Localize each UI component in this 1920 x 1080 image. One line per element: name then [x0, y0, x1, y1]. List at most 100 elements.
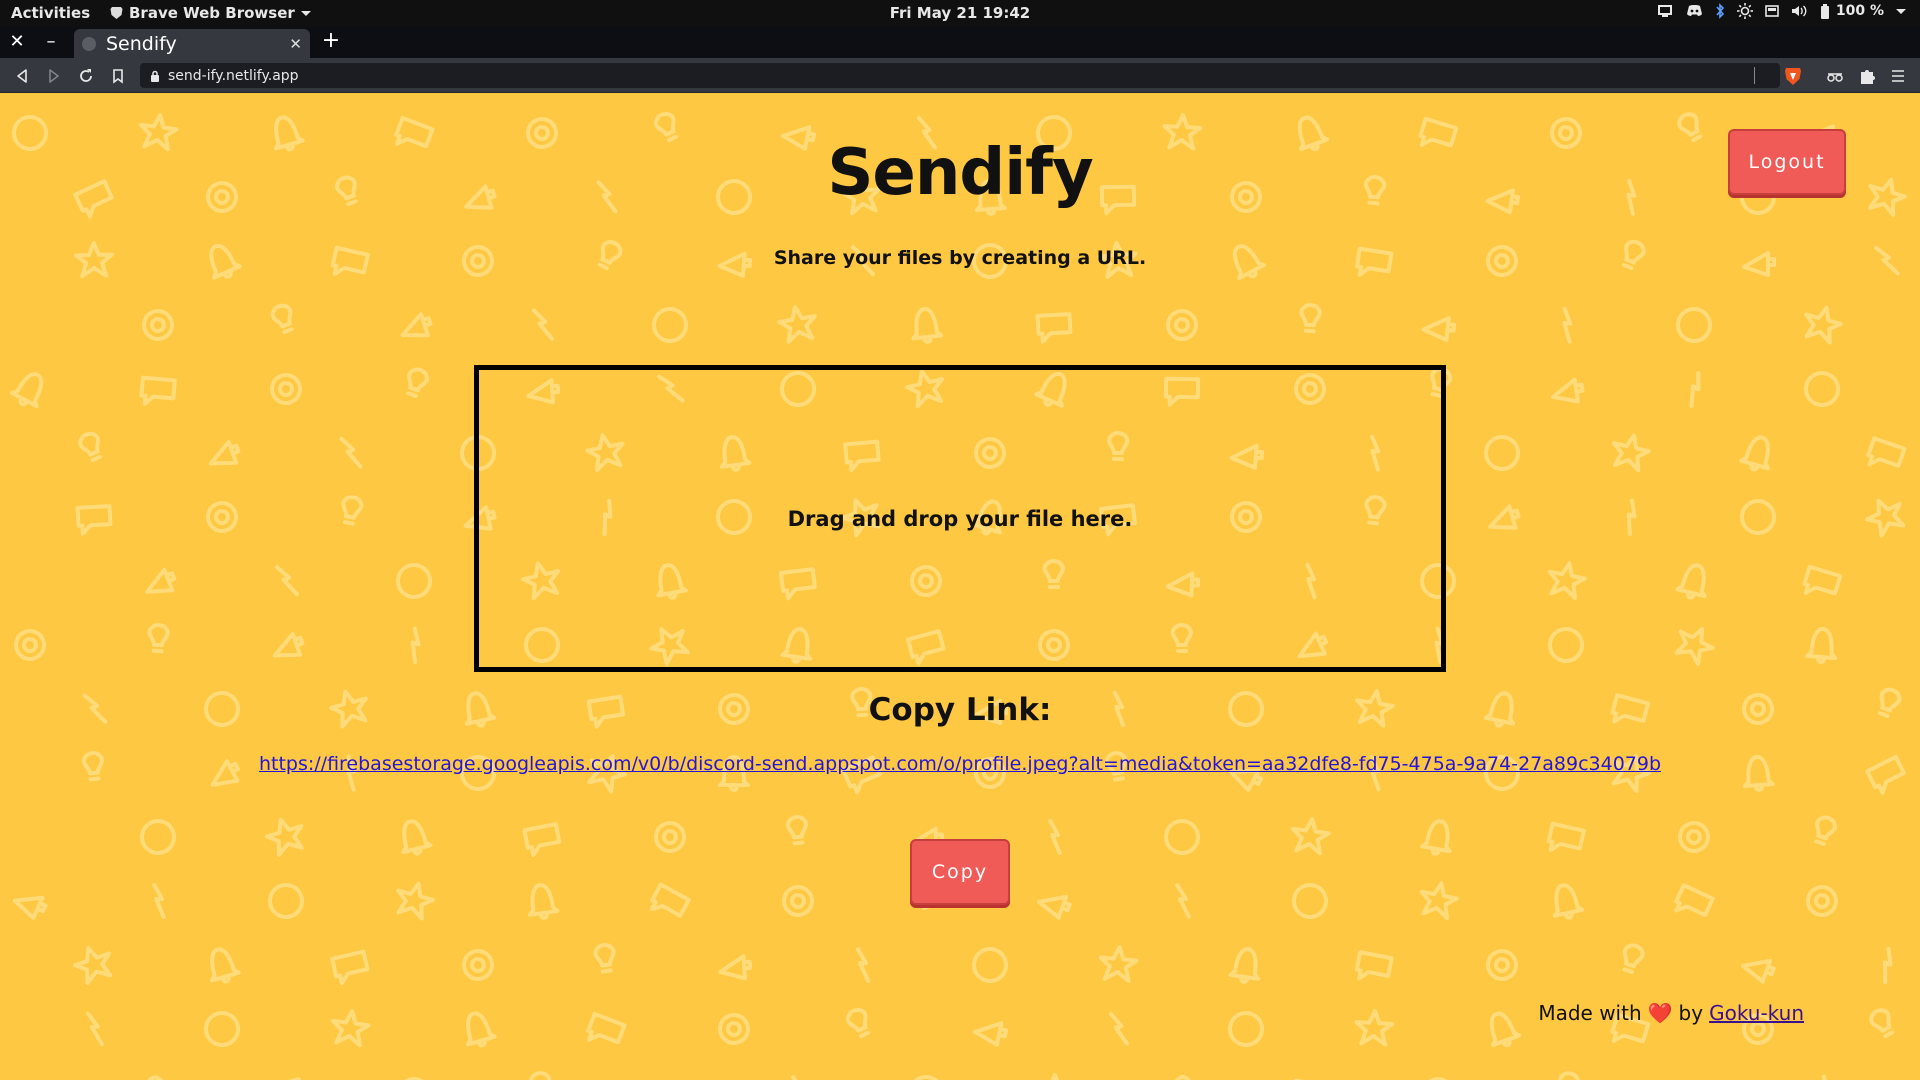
doodle-mark — [785, 815, 808, 846]
doodle-mark — [270, 303, 294, 335]
window-minimize-icon[interactable]: – — [40, 31, 62, 53]
volume-icon[interactable] — [1791, 4, 1808, 18]
display-icon[interactable] — [1765, 4, 1779, 18]
app-menu[interactable]: Brave Web Browser — [110, 4, 311, 22]
tab-close-icon[interactable]: ✕ — [289, 35, 302, 53]
footer-prefix: Made with — [1538, 1001, 1642, 1025]
reload-icon[interactable] — [77, 67, 95, 85]
doodle-mark — [410, 626, 421, 665]
app-menu-label: Brave Web Browser — [129, 4, 295, 22]
doodle-mark — [522, 822, 562, 857]
brave-shield-icon[interactable] — [1784, 66, 1802, 86]
doodle-mark — [1674, 626, 1715, 666]
doodle-mark — [649, 882, 691, 918]
logout-button[interactable]: Logout — [1728, 129, 1846, 195]
doodle-mark — [911, 307, 944, 344]
doodle-mark — [1622, 943, 1645, 974]
doodle-mark — [1228, 947, 1261, 984]
doodle-mark — [339, 436, 363, 469]
copy-button[interactable]: Copy — [910, 839, 1010, 905]
clock[interactable]: Fri May 21 19:42 — [890, 4, 1030, 22]
doodle-mark — [1166, 309, 1198, 341]
brightness-icon[interactable] — [1736, 3, 1753, 19]
doodle-mark — [1486, 949, 1518, 981]
bookmark-icon[interactable] — [109, 67, 127, 85]
back-icon[interactable] — [13, 67, 31, 85]
address-bar-divider — [1754, 67, 1755, 84]
doodle-mark — [1674, 883, 1715, 918]
doodle-mark — [1034, 1073, 1075, 1080]
window-close-icon[interactable]: ✕ — [6, 31, 28, 53]
system-tray[interactable]: 100 % — [1657, 3, 1906, 19]
doodle-mark — [1489, 1011, 1522, 1048]
doodle-mark — [1548, 627, 1584, 663]
activities-button[interactable]: Activities — [11, 4, 90, 22]
doodle-mark — [1678, 821, 1710, 853]
tab-sendify[interactable]: Sendify ✕ — [74, 29, 310, 58]
battery-icon[interactable] — [1820, 3, 1830, 19]
shared-file-link[interactable]: https://firebasestorage.googleapis.com/v… — [0, 753, 1920, 775]
file-dropzone[interactable]: Drag and drop your file here. — [474, 365, 1446, 672]
doodle-mark — [396, 563, 432, 599]
monitor-icon[interactable] — [1657, 4, 1674, 18]
menu-icon[interactable] — [1890, 67, 1906, 85]
doodle-mark — [465, 1011, 497, 1048]
copy-link-heading: Copy Link: — [868, 692, 1052, 728]
doodle-mark — [1740, 958, 1776, 984]
doodle-mark — [204, 1011, 240, 1047]
doodle-mark — [1164, 819, 1200, 855]
web-page: Sendify Share your files by creating a U… — [0, 93, 1920, 1080]
doodle-mark — [13, 629, 46, 661]
battery-percentage: 100 % — [1835, 3, 1884, 19]
doodle-mark — [718, 954, 753, 981]
address-bar[interactable]: send-ify.netlify.app — [140, 63, 1780, 88]
doodle-mark — [1299, 303, 1322, 334]
discord-icon[interactable] — [1686, 4, 1703, 18]
doodle-mark — [1626, 498, 1637, 537]
forward-icon[interactable] — [45, 67, 63, 85]
doodle-mark — [1228, 1011, 1264, 1047]
doodle-mark — [1804, 305, 1843, 345]
extensions-icon[interactable] — [1858, 67, 1876, 85]
doodle-mark — [208, 440, 241, 466]
doodle-mark — [145, 567, 177, 594]
doodle-mark — [1292, 883, 1328, 919]
chevron-down-icon — [300, 10, 311, 16]
doodle-mark — [1164, 1075, 1197, 1080]
dropzone-label: Drag and drop your file here. — [787, 506, 1133, 531]
doodle-mark — [78, 431, 103, 463]
doodle-mark — [1550, 377, 1585, 404]
address-bar-url: send-ify.netlify.app — [168, 67, 299, 84]
doodle-mark — [152, 882, 166, 920]
doodle-mark — [527, 883, 560, 920]
doodle-mark — [401, 819, 433, 856]
doodle-mark — [140, 819, 176, 855]
doodle-mark — [396, 881, 435, 921]
bluetooth-icon[interactable] — [1715, 3, 1725, 19]
doodle-mark — [528, 1071, 552, 1080]
doodle-mark — [1818, 1074, 1829, 1080]
doodle-mark — [845, 1007, 871, 1039]
author-link[interactable]: Goku-kun — [1709, 1001, 1804, 1025]
lock-icon — [151, 70, 159, 82]
doodle-mark — [593, 943, 616, 974]
doodle-mark — [275, 565, 299, 597]
doodle-mark — [1806, 885, 1838, 917]
doodle-mark — [1035, 312, 1073, 344]
doodle-mark — [1098, 945, 1139, 983]
doodle-mark — [1866, 436, 1907, 468]
doodle-mark — [1675, 563, 1707, 600]
doodle-mark — [1865, 498, 1906, 538]
doodle-mark — [1805, 627, 1838, 664]
doodle-mark — [654, 821, 686, 853]
system-menu-chevron-icon[interactable] — [1896, 8, 1906, 14]
new-tab-icon[interactable]: + — [320, 29, 342, 53]
doodle-mark — [1611, 433, 1651, 473]
doodle-mark — [1354, 950, 1394, 981]
doodle-mark — [1552, 883, 1585, 920]
doodle-mark — [270, 373, 302, 405]
doodle-mark — [1421, 316, 1457, 342]
incognito-icon[interactable] — [1826, 67, 1844, 85]
doodle-mark — [139, 375, 177, 406]
footer-credit: Made with ❤️ by Goku-kun — [1538, 1001, 1804, 1025]
